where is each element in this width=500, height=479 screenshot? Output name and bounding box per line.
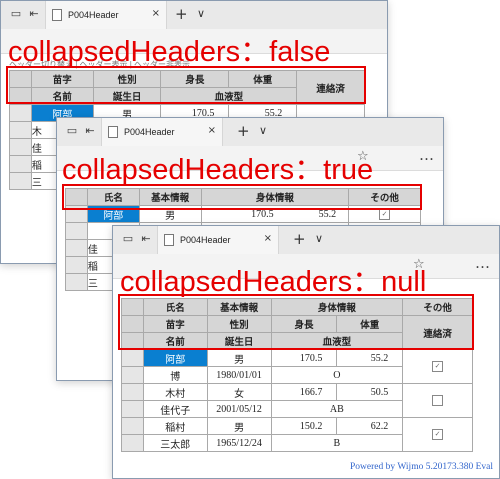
tab-list-icon[interactable]: ▭ (65, 124, 79, 138)
cell-renraku[interactable] (402, 383, 473, 418)
cell-namae[interactable]: 佳代子 (142, 400, 208, 418)
tab-back-icon[interactable]: ⇤ (27, 7, 41, 21)
chevron-down-icon[interactable]: ∨ (315, 232, 323, 245)
browser-tab[interactable]: P004Header × (157, 226, 279, 254)
close-tab-icon[interactable]: × (152, 8, 160, 19)
cell-taiju[interactable]: 62.2 (336, 417, 404, 435)
title-bar: ▭ ⇤ P004Header × + ∨ (113, 226, 499, 254)
new-tab-icon[interactable]: + (293, 230, 306, 248)
title-bar: ▭ ⇤ P004Header × + ∨ (1, 1, 387, 29)
cell-taiju: 55.2 (318, 208, 337, 220)
page-icon (108, 126, 118, 138)
label-collapsed-false: collapsedHeaders：false (8, 36, 331, 68)
highlight-box-false (6, 66, 366, 104)
wijmo-footer-link[interactable]: Powered by Wijmo 5.20173.380 Eval (350, 462, 493, 472)
checkbox-checked-icon[interactable]: ✓ (432, 429, 444, 441)
tab-back-icon[interactable]: ⇤ (139, 232, 153, 246)
checkbox-icon[interactable]: ✓ (379, 208, 391, 220)
tab-title: P004Header (68, 10, 119, 20)
cell-shincho[interactable]: 150.2 (270, 417, 338, 435)
cell-renraku[interactable]: ✓ (402, 349, 473, 384)
more-menu-icon[interactable]: … (419, 146, 435, 164)
cell-namae[interactable]: 博 (142, 366, 208, 384)
highlight-box-true (62, 184, 422, 210)
checkbox-unchecked-icon[interactable] (432, 395, 444, 407)
tab-title: P004Header (180, 235, 231, 245)
cell-myoji[interactable]: 稲村 (142, 417, 208, 435)
cell-tanjobi[interactable]: 2001/05/12 (206, 400, 272, 418)
cell-namae[interactable]: 三太郎 (142, 434, 208, 452)
tab-list-icon[interactable]: ▭ (121, 232, 135, 246)
tab-back-icon[interactable]: ⇤ (83, 124, 97, 138)
tab-list-icon[interactable]: ▭ (9, 7, 23, 21)
cell-shincho[interactable]: 170.5 (270, 349, 338, 367)
checkbox-checked-icon[interactable]: ✓ (432, 361, 444, 373)
cell-seibetsu[interactable]: 女 (206, 383, 272, 401)
new-tab-icon[interactable]: + (237, 122, 250, 140)
cell-tanjobi[interactable]: 1980/01/01 (206, 366, 272, 384)
page-icon (52, 9, 62, 21)
cell-myoji[interactable]: 阿部 (142, 349, 208, 367)
page-icon (164, 234, 174, 246)
title-bar: ▭ ⇤ P004Header × + ∨ (57, 118, 443, 146)
chevron-down-icon[interactable]: ∨ (259, 124, 267, 137)
cell-seibetsu[interactable]: 男 (206, 349, 272, 367)
chevron-down-icon[interactable]: ∨ (197, 7, 205, 20)
browser-tab[interactable]: P004Header × (101, 118, 223, 146)
cell-taiju[interactable]: 50.5 (336, 383, 404, 401)
more-menu-icon[interactable]: … (475, 254, 491, 272)
browser-tab[interactable]: P004Header × (45, 1, 167, 29)
cell-myoji[interactable]: 木村 (142, 383, 208, 401)
cell-seibetsu[interactable]: 男 (206, 417, 272, 435)
cell-ketsueki[interactable]: O (270, 366, 404, 384)
new-tab-icon[interactable]: + (175, 5, 188, 23)
cell-tanjobi[interactable]: 1965/12/24 (206, 434, 272, 452)
cell-renraku[interactable]: ✓ (402, 417, 473, 452)
label-collapsed-true: collapsedHeaders：true (62, 154, 374, 186)
tab-title: P004Header (124, 127, 175, 137)
cell-taiju[interactable]: 55.2 (336, 349, 404, 367)
cell-ketsueki[interactable]: B (270, 434, 404, 452)
cell-shincho[interactable]: 166.7 (270, 383, 338, 401)
close-tab-icon[interactable]: × (264, 233, 272, 244)
cell-ketsueki[interactable]: AB (270, 400, 404, 418)
close-tab-icon[interactable]: × (208, 125, 216, 136)
highlight-box-null (118, 294, 474, 350)
cell-shincho: 170.5 (251, 208, 274, 220)
